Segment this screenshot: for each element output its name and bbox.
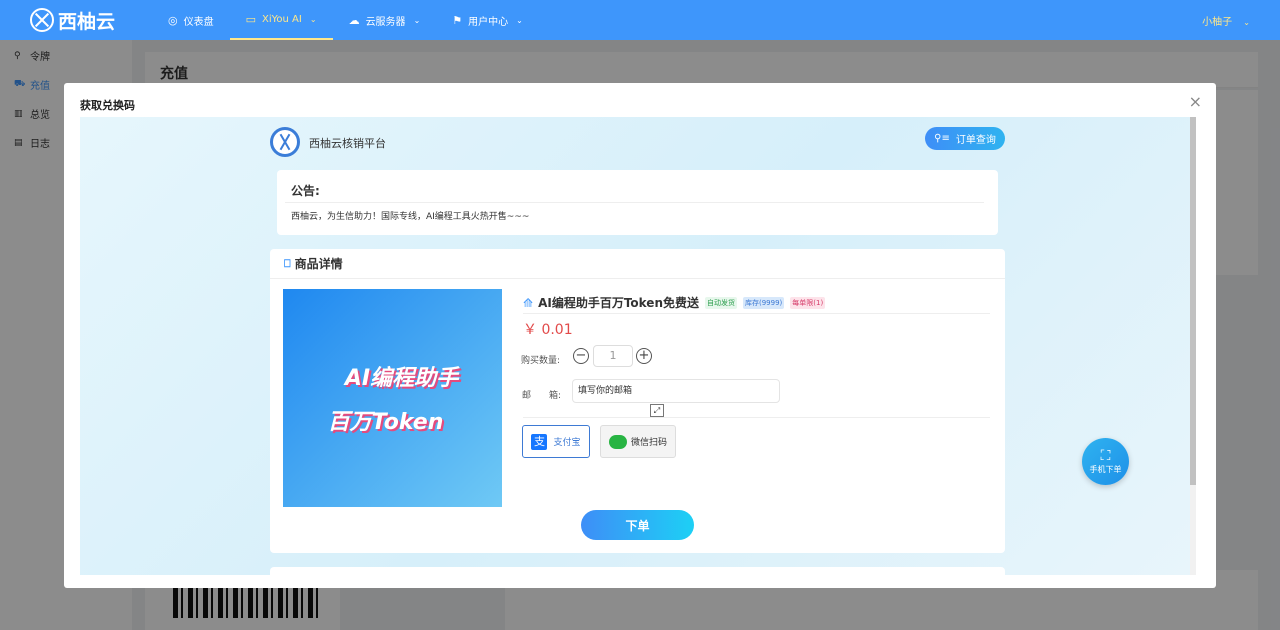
chat-icon: ▭ bbox=[245, 12, 257, 26]
nav-label: 云服务器 bbox=[365, 16, 406, 28]
tag-auto-delivery: 自动发货 bbox=[705, 296, 737, 309]
platform-name: 西柚云核销平台 bbox=[309, 137, 386, 150]
captcha-image[interactable]: ⤢ bbox=[650, 404, 664, 417]
scrollbar-thumb[interactable] bbox=[1190, 117, 1196, 485]
flag-icon: ⚑ bbox=[452, 13, 463, 27]
close-icon[interactable]: × bbox=[1189, 92, 1202, 111]
nav-label: 用户中心 bbox=[468, 16, 509, 28]
quantity-minus-button[interactable]: − bbox=[573, 348, 589, 364]
divider bbox=[285, 202, 984, 203]
alipay-label: 支付宝 bbox=[553, 438, 581, 448]
main-nav: ◎ 仪表盘 ▭ XiYou AI ⌄ ☁ 云服务器 ⌄ ⚑ 用户中心 ⌄ bbox=[152, 0, 539, 40]
mobile-order-button[interactable]: ⛶ 手机下单 bbox=[1082, 438, 1129, 485]
quantity-plus-button[interactable]: + bbox=[636, 348, 652, 364]
tag-limit: 每单限(1) bbox=[790, 296, 826, 309]
chevron-down-icon: ⌄ bbox=[309, 14, 317, 24]
product-name: AI编程助手百万Token免费送 bbox=[538, 296, 699, 310]
goods-section-title: 商品详情 bbox=[294, 257, 343, 271]
top-navbar: 西柚云 ◎ 仪表盘 ▭ XiYou AI ⌄ ☁ 云服务器 ⌄ ⚑ 用户中心 ⌄… bbox=[0, 0, 1280, 40]
wechat-pay-button[interactable]: 微信扫码 bbox=[600, 425, 676, 458]
store-frame: 西柚云核销平台 ⚲≡ 订单查询 公告: 西柚云，为生信助力！国际专线，AI编程工… bbox=[80, 117, 1196, 575]
search-list-icon: ⚲≡ bbox=[934, 133, 950, 144]
alipay-icon: 支 bbox=[531, 433, 548, 450]
tag-stock: 库存(9999) bbox=[743, 296, 785, 309]
place-order-button[interactable]: 下单 bbox=[581, 510, 694, 540]
wechat-icon bbox=[608, 434, 627, 449]
banner-line1: AI编程助手 bbox=[344, 366, 459, 391]
nav-label: XiYou AI bbox=[262, 13, 302, 25]
nav-label: 仪表盘 bbox=[183, 16, 214, 28]
user-menu[interactable]: 小柚子 ⌄ bbox=[1202, 13, 1250, 28]
bag-icon: ⎕ bbox=[284, 256, 291, 270]
user-name: 小柚子 bbox=[1202, 16, 1233, 28]
scan-icon: ⛶ bbox=[1100, 448, 1111, 464]
order-query-button[interactable]: ⚲≡ 订单查询 bbox=[925, 127, 1005, 150]
product-banner-image: AI编程助手 百万Token bbox=[283, 289, 502, 507]
product-title-row: ⟰ AI编程助手百万Token免费送 自动发货 库存(9999) 每单限(1) bbox=[523, 294, 826, 311]
notice-text: 西柚云，为生信助力！国际专线，AI编程工具火热开售~~~ bbox=[291, 212, 530, 222]
wechat-pay-label: 微信扫码 bbox=[630, 438, 667, 448]
nav-item-cloud-server[interactable]: ☁ 云服务器 ⌄ bbox=[333, 0, 437, 40]
redeem-code-dialog: 获取兑换码 × 西柚云核销平台 ⚲≡ 订单查询 公告: 西柚云，为生信助力！国际… bbox=[64, 83, 1216, 588]
notice-card: 公告: 西柚云，为生信助力！国际专线，AI编程工具火热开售~~~ bbox=[277, 170, 998, 235]
dialog-title: 获取兑换码 bbox=[80, 99, 135, 112]
banner-line2: 百万Token bbox=[327, 410, 444, 435]
alipay-button[interactable]: 支 支付宝 bbox=[522, 425, 590, 458]
mobile-order-label: 手机下单 bbox=[1089, 465, 1122, 474]
email-field[interactable] bbox=[572, 379, 780, 403]
nav-item-dashboard[interactable]: ◎ 仪表盘 bbox=[152, 0, 230, 40]
nav-item-user-center[interactable]: ⚑ 用户中心 ⌄ bbox=[436, 0, 539, 40]
next-card bbox=[270, 567, 1005, 575]
divider bbox=[523, 417, 990, 418]
order-query-label: 订单查询 bbox=[955, 135, 996, 146]
logo-icon bbox=[30, 8, 54, 32]
dashboard-icon: ◎ bbox=[168, 13, 178, 27]
cloud-icon: ☁ bbox=[348, 13, 360, 27]
app-logo[interactable]: 西柚云 bbox=[30, 7, 152, 34]
divider bbox=[523, 313, 990, 314]
app-name: 西柚云 bbox=[58, 10, 116, 33]
scrollbar[interactable] bbox=[1190, 117, 1196, 575]
product-price: ￥ 0.01 bbox=[523, 322, 573, 338]
goods-header: ⎕ 商品详情 bbox=[270, 249, 1005, 279]
rocket-icon: ⟰ bbox=[523, 295, 534, 310]
chevron-down-icon: ⌄ bbox=[1243, 17, 1250, 27]
chevron-down-icon: ⌄ bbox=[413, 15, 421, 25]
nav-item-xiyou-ai[interactable]: ▭ XiYou AI ⌄ bbox=[229, 0, 333, 40]
platform-logo-icon bbox=[270, 127, 300, 157]
quantity-input[interactable]: 1 bbox=[593, 345, 633, 367]
quantity-label: 购买数量: bbox=[521, 356, 561, 366]
notice-title: 公告: bbox=[291, 184, 320, 198]
chevron-down-icon: ⌄ bbox=[516, 15, 523, 25]
goods-card: ⎕ 商品详情 AI编程助手 百万Token ⟰ AI编程助手百万Token免费送… bbox=[270, 249, 1005, 553]
email-label: 邮 箱: bbox=[522, 391, 562, 401]
